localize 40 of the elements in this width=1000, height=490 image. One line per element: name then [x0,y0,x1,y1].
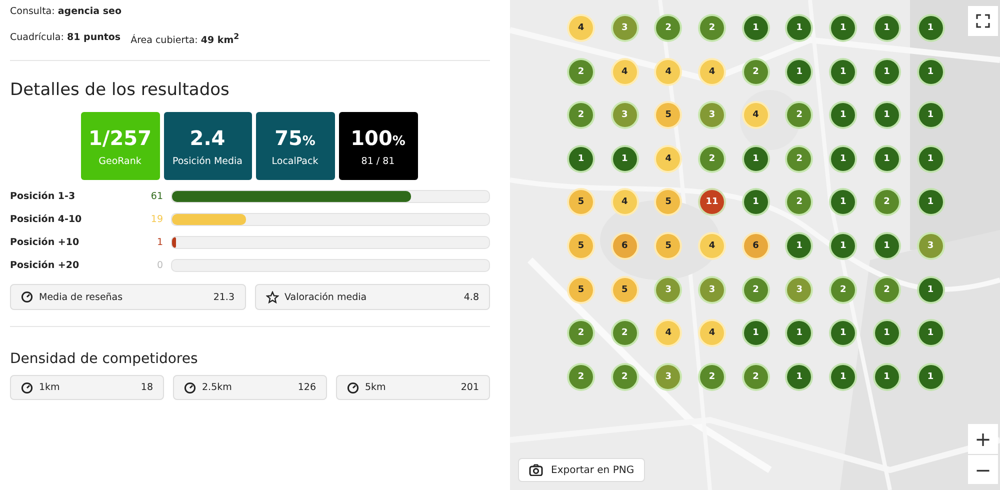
radius-label: 1km [39,382,61,393]
fullscreen-icon [976,14,990,28]
metric-value: 21.3 [213,292,234,302]
position-count: 19 [150,214,163,225]
metric-label: Valoración media [284,292,368,302]
radius-label: 2.5km [202,382,233,393]
metric-value: 4.8 [464,292,479,302]
position-count: 1 [156,237,163,248]
stat-value: 1/257 [88,126,152,150]
radius-label: 5km [365,382,387,393]
query-text: Consulta: agencia seo [10,6,122,19]
gauge-icon [21,291,33,303]
competitor-count: 201 [460,382,479,393]
gauge-icon [21,382,33,394]
section-title: Detalles de los resultados [10,80,230,102]
stat-value: 100% [350,126,406,150]
competitor-count: 126 [298,382,316,393]
stat-value: 75% [274,126,316,150]
grid-text: Cuadrícula: 81 puntos [10,32,121,45]
metric-label: Media de reseñas [39,292,124,302]
gauge-icon [184,382,196,394]
stat-value: 2.4 [190,126,226,150]
fullscreen-button[interactable] [968,6,998,36]
stat-caption: LocalPack [272,156,318,166]
gauge-icon [347,382,359,394]
star-icon [266,290,278,304]
area-text: Área cubierta: 49 km$^{2}$ [130,32,240,46]
competitor-count: 18 [140,382,153,393]
camera-icon [529,464,543,476]
export-button[interactable]: Exportar en PNG [518,458,646,482]
stat-caption: GeoRank [98,156,142,166]
section-title: Densidad de competidores [10,351,199,369]
stat-caption: Posición Media [172,156,243,166]
position-label: Posición 4-10 [10,214,83,225]
position-count: 0 [156,260,163,271]
position-label: Posición +20 [10,260,80,271]
position-label: Posición 1-3 [10,191,76,202]
stat-caption: 81 / 81 [361,156,395,166]
position-count: 61 [150,191,163,202]
position-label: Posición +10 [10,237,80,248]
